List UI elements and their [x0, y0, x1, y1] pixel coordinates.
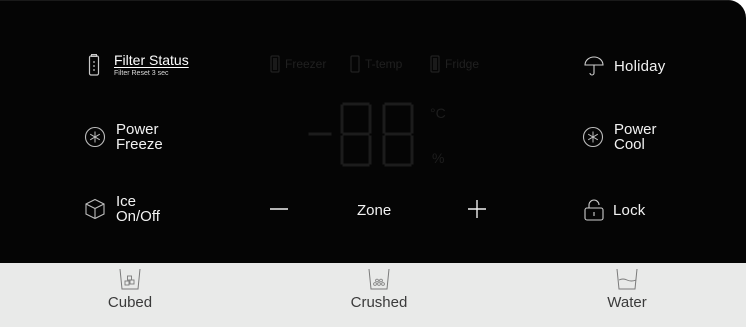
padlock-icon [583, 199, 605, 221]
percent-unit: % [432, 150, 445, 166]
water-cup-icon [616, 268, 638, 290]
celsius-unit: °C [430, 105, 446, 121]
crushed-ice-cup-icon [368, 268, 390, 290]
plus-icon [468, 200, 486, 218]
panel-edge [0, 0, 746, 1]
crushed-button[interactable]: Crushed [339, 268, 419, 311]
cubed-ice-cup-icon [119, 268, 141, 290]
filter-status-label: Filter Status [114, 52, 189, 68]
minus-icon [270, 208, 288, 210]
cubed-label: Cubed [107, 294, 153, 311]
cubed-button[interactable]: Cubed [95, 268, 165, 311]
fridge-indicator-label: Fridge [445, 57, 480, 71]
snowflake-icon [582, 126, 604, 148]
ttemp-indicator: T-temp [350, 55, 402, 73]
power-freeze-button[interactable]: Power Freeze [84, 122, 163, 152]
lock-button[interactable]: Lock [583, 199, 646, 221]
control-panel: Filter Status Filter Reset 3 sec Power F… [0, 0, 746, 290]
ice-onoff-button[interactable]: Ice On/Off [84, 194, 160, 224]
ice-cube-icon [84, 198, 106, 220]
freezer-indicator-label: Freezer [285, 57, 327, 71]
power-cool-label-line2: Cool [614, 136, 645, 153]
umbrella-icon [583, 55, 605, 77]
ice-label-line2: On/Off [116, 208, 160, 225]
filter-icon [88, 54, 100, 76]
temperature-display [300, 100, 425, 175]
zone-minus-button[interactable] [268, 198, 290, 220]
filter-reset-hint: Filter Reset 3 sec [114, 70, 169, 77]
water-button[interactable]: Water [592, 268, 662, 311]
power-cool-button[interactable]: Power Cool [582, 122, 657, 152]
holiday-label: Holiday [614, 57, 666, 75]
power-freeze-label-line2: Freeze [116, 136, 163, 153]
ice-label-line1: Ice [116, 193, 137, 210]
ttemp-icon [350, 55, 360, 73]
freezer-icon [270, 55, 280, 73]
ttemp-indicator-label: T-temp [365, 57, 403, 71]
power-cool-label-line1: Power [614, 121, 657, 138]
fridge-icon [430, 55, 440, 73]
fridge-indicator: Fridge [430, 55, 479, 73]
snowflake-icon [84, 126, 106, 148]
power-freeze-label-line1: Power [116, 121, 159, 138]
crushed-label: Crushed [350, 294, 408, 311]
holiday-button[interactable]: Holiday [583, 55, 665, 77]
zone-plus-button[interactable] [466, 198, 488, 220]
zone-label: Zone [357, 202, 392, 219]
freezer-indicator: Freezer [270, 55, 326, 73]
lock-label: Lock [613, 201, 646, 219]
filter-status-button[interactable]: Filter Status Filter Reset 3 sec [88, 52, 189, 78]
water-label: Water [607, 294, 647, 311]
